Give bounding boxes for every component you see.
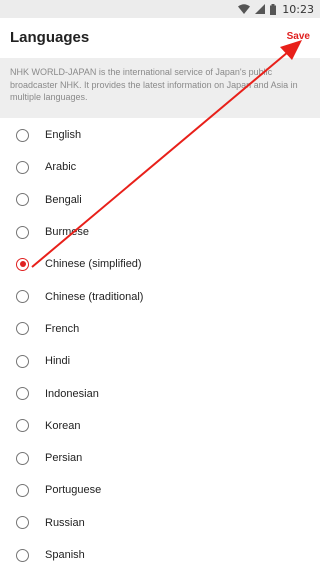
radio-unchecked-icon[interactable] xyxy=(16,290,29,304)
language-option[interactable]: Indonesian xyxy=(0,377,320,409)
radio-unchecked-icon[interactable] xyxy=(16,451,29,465)
status-bar: 10:23 xyxy=(0,0,320,18)
save-button[interactable]: Save xyxy=(287,31,310,42)
language-option[interactable]: English xyxy=(0,119,320,151)
wifi-icon xyxy=(238,4,251,14)
language-option[interactable]: French xyxy=(0,313,320,345)
description-text: NHK WORLD-JAPAN is the international ser… xyxy=(0,58,320,118)
toolbar: Languages Save xyxy=(0,18,320,58)
language-label: Hindi xyxy=(45,355,71,368)
language-option[interactable]: Chinese (simplified) xyxy=(0,248,320,280)
language-label: Arabic xyxy=(45,161,77,174)
language-label: Russian xyxy=(45,516,85,529)
language-option[interactable]: Hindi xyxy=(0,345,320,377)
language-label: Spanish xyxy=(45,549,85,561)
language-label: Korean xyxy=(45,419,81,432)
radio-unchecked-icon[interactable] xyxy=(16,193,29,207)
status-time: 10:23 xyxy=(282,2,314,16)
language-label: Chinese (simplified) xyxy=(45,258,142,271)
language-label: Burmese xyxy=(45,226,90,239)
language-label: Persian xyxy=(45,452,83,465)
language-label: Indonesian xyxy=(45,387,99,400)
radio-unchecked-icon[interactable] xyxy=(16,516,29,530)
radio-unchecked-icon[interactable] xyxy=(16,160,29,174)
radio-unchecked-icon[interactable] xyxy=(16,225,29,239)
language-label: Portuguese xyxy=(45,484,102,497)
language-option[interactable]: Persian xyxy=(0,442,320,474)
language-option[interactable]: Spanish xyxy=(0,539,320,571)
language-list: English Arabic Bengali Burmese Chinese (simp… xyxy=(0,119,320,571)
status-icons: 10:23 xyxy=(233,0,316,18)
radio-unchecked-icon[interactable] xyxy=(16,387,29,401)
language-label: English xyxy=(45,129,82,142)
language-option[interactable]: Burmese xyxy=(0,216,320,248)
language-option[interactable]: Arabic xyxy=(0,151,320,183)
signal-icon xyxy=(255,4,266,14)
language-label: Chinese (traditional) xyxy=(45,290,144,303)
radio-checked-icon[interactable] xyxy=(16,257,29,271)
language-option[interactable]: Portuguese xyxy=(0,474,320,506)
radio-unchecked-icon[interactable] xyxy=(16,483,29,497)
language-option[interactable]: Russian xyxy=(0,507,320,539)
language-label: Bengali xyxy=(45,193,82,206)
language-option[interactable]: Korean xyxy=(0,410,320,442)
radio-unchecked-icon[interactable] xyxy=(16,419,29,433)
language-option[interactable]: Bengali xyxy=(0,184,320,216)
radio-unchecked-icon[interactable] xyxy=(16,128,29,142)
radio-unchecked-icon[interactable] xyxy=(16,354,29,368)
language-option[interactable]: Chinese (traditional) xyxy=(0,280,320,312)
language-label: French xyxy=(45,322,80,335)
radio-unchecked-icon[interactable] xyxy=(16,548,29,562)
radio-unchecked-icon[interactable] xyxy=(16,322,29,336)
battery-icon xyxy=(270,3,277,15)
page-title: Languages xyxy=(10,29,90,46)
